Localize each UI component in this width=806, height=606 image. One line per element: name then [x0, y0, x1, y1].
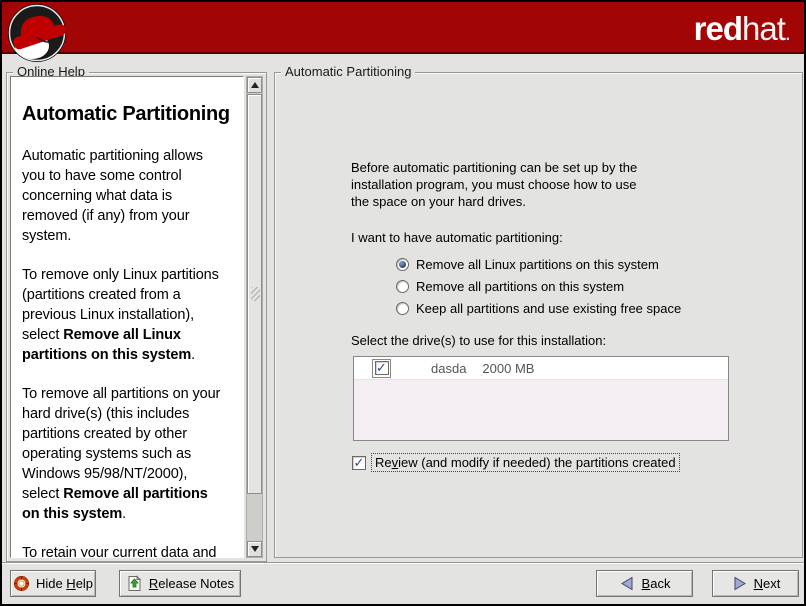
- partitioning-prompt: I want to have automatic partitioning:: [351, 229, 563, 246]
- help-scrollbar[interactable]: [246, 76, 263, 558]
- footer-bar: Hide Help Release Notes Back Next: [2, 562, 804, 604]
- drive-row-dasda[interactable]: ✓ dasda 2000 MB: [354, 357, 728, 380]
- next-label: Next: [754, 576, 781, 591]
- redhat-wordmark: redhat.: [694, 10, 790, 48]
- help-paragraph: To remove all partitions on your hard dr…: [22, 384, 239, 524]
- hide-help-button[interactable]: Hide Help: [10, 570, 96, 597]
- drive-checkbox-icon[interactable]: ✓: [375, 361, 389, 375]
- online-help-panel: Online Help Automatic Partitioning Autom…: [6, 72, 267, 562]
- radio-button-icon[interactable]: [396, 302, 409, 315]
- arrow-right-icon: [731, 575, 748, 592]
- label-mnemonic: H: [66, 576, 75, 591]
- radio-button-icon[interactable]: [396, 280, 409, 293]
- help-paragraph-text: .: [122, 506, 126, 522]
- label-text: elp: [76, 576, 93, 591]
- scrollbar-down-button[interactable]: [247, 541, 262, 557]
- review-checkbox-icon[interactable]: ✓: [352, 456, 366, 470]
- help-paragraph-text: .: [191, 347, 195, 363]
- label-text: ack: [650, 576, 670, 591]
- intro-text: Before automatic partitioning can be set…: [351, 159, 681, 210]
- release-notes-button[interactable]: Release Notes: [119, 570, 241, 597]
- radio-label: Keep all partitions and use existing fre…: [416, 301, 681, 316]
- scrollbar-thumb[interactable]: [247, 94, 262, 494]
- help-paragraph-clipped: To retain your current data and: [22, 543, 239, 558]
- drive-name: dasda: [431, 361, 466, 376]
- hide-help-label: Hide Help: [36, 576, 93, 591]
- life-preserver-icon: [13, 575, 30, 592]
- radio-button-icon[interactable]: [396, 258, 409, 271]
- next-button[interactable]: Next: [712, 570, 799, 597]
- release-notes-label: Release Notes: [149, 576, 234, 591]
- arrow-left-icon: [619, 575, 636, 592]
- label-mnemonic: N: [754, 576, 763, 591]
- scroll-down-icon: [251, 546, 259, 552]
- radio-keep-all-partitions[interactable]: Keep all partitions and use existing fre…: [396, 299, 681, 317]
- banner: redhat.: [2, 2, 804, 54]
- scrollbar-grip-icon: [251, 287, 260, 301]
- label-text: ext: [763, 576, 780, 591]
- label-text: iew (and modify if needed) the partition…: [398, 455, 676, 470]
- help-paragraph: To remove only Linux partitions (partiti…: [22, 265, 239, 365]
- help-content: Automatic Partitioning Automatic partiti…: [11, 77, 243, 558]
- drive-list[interactable]: ✓ dasda 2000 MB: [353, 356, 729, 441]
- release-notes-page-icon: [126, 575, 143, 592]
- drives-select-label: Select the drive(s) to use for this inst…: [351, 332, 606, 349]
- scrollbar-up-button[interactable]: [247, 77, 262, 93]
- back-button[interactable]: Back: [596, 570, 693, 597]
- help-title: Automatic Partitioning: [22, 103, 239, 126]
- label-text: Hide: [36, 576, 66, 591]
- wordmark-red: red: [694, 10, 742, 47]
- review-checkbox-label: Review (and modify if needed) the partit…: [371, 453, 680, 472]
- redhat-shadowman-logo-icon: [7, 3, 69, 65]
- wordmark-dot: .: [785, 20, 790, 45]
- radio-remove-linux-partitions[interactable]: Remove all Linux partitions on this syst…: [396, 255, 659, 273]
- back-label: Back: [642, 576, 671, 591]
- drive-checkbox-cell[interactable]: ✓: [372, 359, 391, 378]
- automatic-partitioning-panel: Automatic Partitioning Before automatic …: [274, 72, 803, 558]
- radio-label: Remove all Linux partitions on this syst…: [416, 257, 659, 272]
- radio-label: Remove all partitions on this system: [416, 279, 624, 294]
- installer-window: redhat. Online Help Automatic Partitioni…: [0, 0, 806, 606]
- help-paragraph-text: To remove all partitions on your hard dr…: [22, 386, 220, 502]
- scroll-up-icon: [251, 82, 259, 88]
- label-text: elease Notes: [158, 576, 234, 591]
- label-mnemonic: B: [642, 576, 651, 591]
- drive-size: 2000 MB: [482, 361, 534, 376]
- review-partitions-checkbox-row[interactable]: ✓ Review (and modify if needed) the part…: [352, 453, 680, 472]
- label-mnemonic: R: [149, 576, 158, 591]
- wordmark-hat: hat: [742, 10, 785, 47]
- label-text: Re: [375, 455, 392, 470]
- radio-remove-all-partitions[interactable]: Remove all partitions on this system: [396, 277, 624, 295]
- automatic-partitioning-frame-label: Automatic Partitioning: [281, 64, 415, 80]
- help-text-viewport: Automatic Partitioning Automatic partiti…: [10, 76, 244, 558]
- help-paragraph: Automatic partitioning allows you to hav…: [22, 146, 239, 246]
